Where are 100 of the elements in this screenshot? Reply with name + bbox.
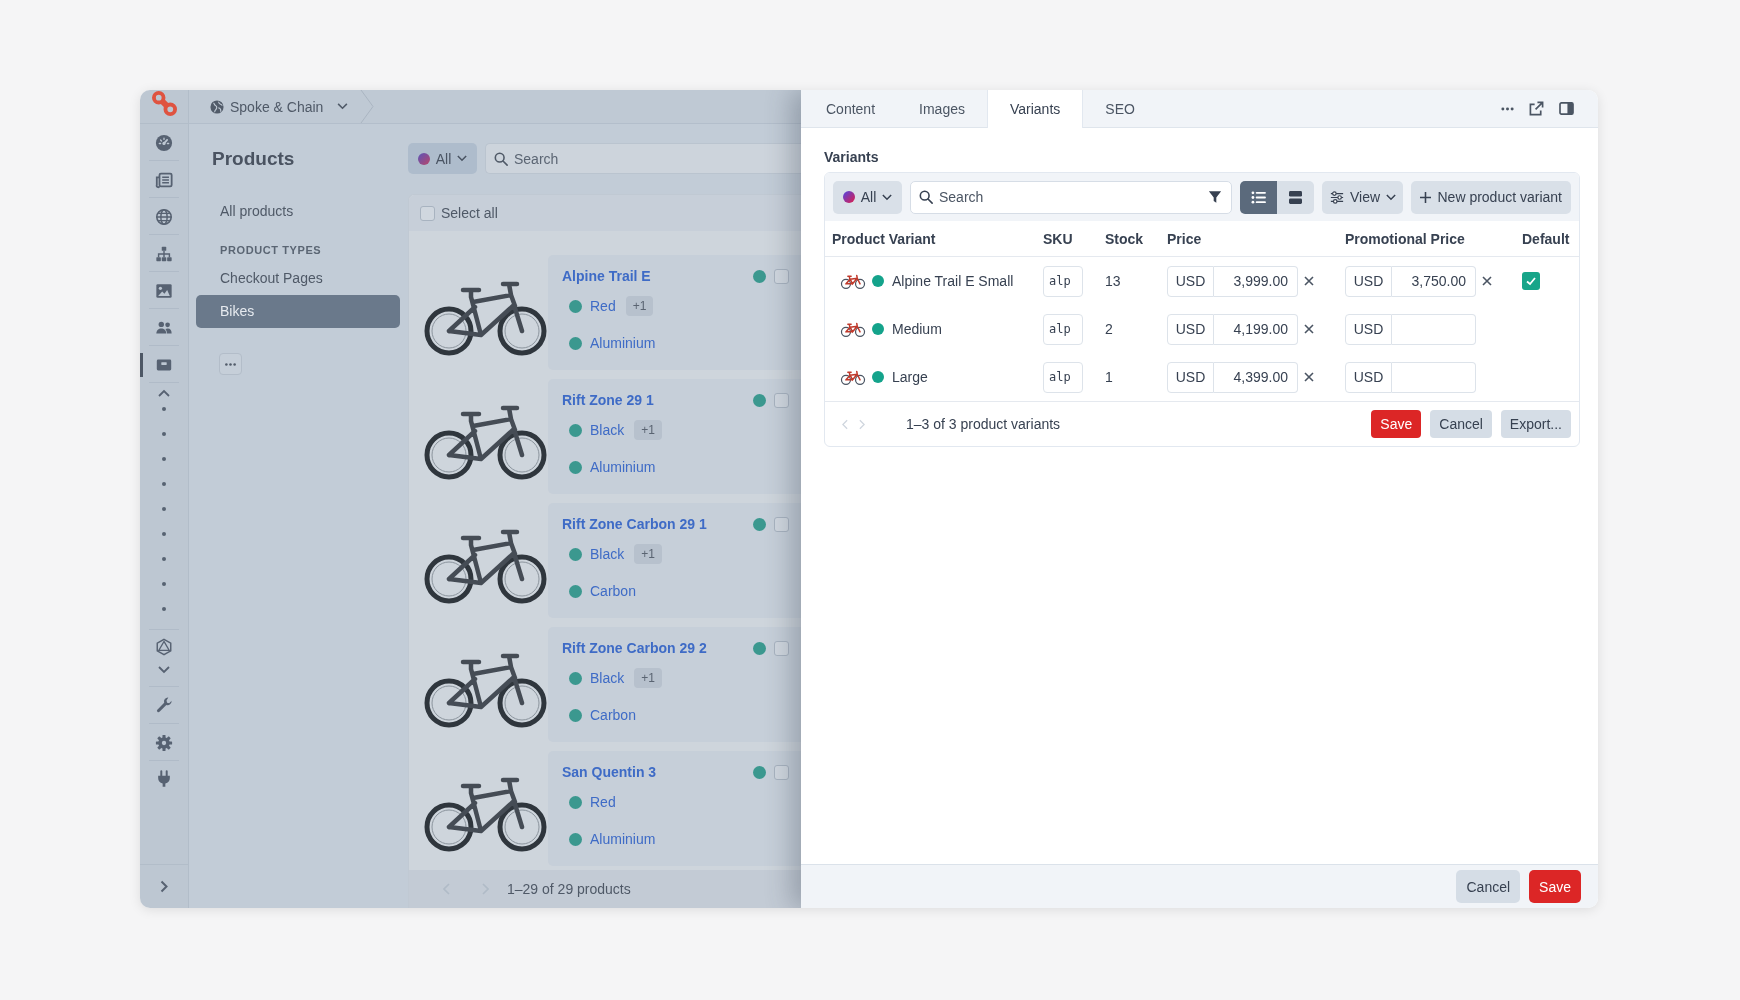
search-icon bbox=[494, 151, 508, 166]
nav-item[interactable]: All products bbox=[196, 195, 400, 228]
plug-icon[interactable] bbox=[155, 770, 173, 788]
secondary-button[interactable]: Cancel bbox=[1430, 410, 1492, 438]
wrench-icon[interactable] bbox=[155, 696, 173, 714]
tag-link[interactable]: Black bbox=[590, 670, 625, 686]
image-icon bbox=[155, 281, 173, 300]
subnav-dot-icon[interactable] bbox=[162, 432, 166, 436]
tag-link[interactable]: Aluminium bbox=[590, 335, 656, 351]
product-name-link[interactable]: Rift Zone Carbon 29 2 bbox=[562, 640, 753, 656]
select-all-checkbox[interactable] bbox=[420, 205, 435, 221]
tag-link[interactable]: Carbon bbox=[590, 707, 636, 723]
search-field[interactable]: Search bbox=[485, 143, 801, 174]
tag-link[interactable]: Aluminium bbox=[590, 459, 656, 475]
subnav-dot-icon[interactable] bbox=[162, 582, 166, 586]
price-input[interactable]: 3,999.00 bbox=[1214, 265, 1298, 297]
variant-name: Medium bbox=[892, 321, 942, 337]
bike-icon bbox=[840, 273, 866, 289]
sku-input[interactable]: alp bbox=[1043, 265, 1083, 297]
default-checkbox[interactable] bbox=[1522, 272, 1540, 290]
product-checkbox[interactable] bbox=[774, 392, 789, 408]
workspace-switcher[interactable]: Spoke & Chain bbox=[210, 98, 349, 115]
status-dot-icon bbox=[872, 275, 884, 287]
search-field[interactable]: Search bbox=[910, 180, 1233, 214]
product-name-link[interactable]: Rift Zone Carbon 29 1 bbox=[562, 516, 753, 532]
chevron-right-icon bbox=[160, 880, 168, 893]
promo-price-input[interactable] bbox=[1392, 361, 1476, 393]
extra-count[interactable]: +1 bbox=[634, 544, 662, 564]
extra-count[interactable]: +1 bbox=[634, 668, 662, 688]
tab[interactable]: Images bbox=[897, 90, 987, 128]
subnav-dot-icon[interactable] bbox=[162, 482, 166, 486]
secondary-button[interactable]: Export... bbox=[1500, 410, 1571, 438]
save-button[interactable]: Save bbox=[1371, 410, 1422, 438]
cancel-button[interactable]: Cancel bbox=[1456, 870, 1521, 903]
sku-input[interactable]: alp bbox=[1043, 361, 1083, 393]
tab[interactable]: SEO bbox=[1083, 90, 1157, 128]
filter-icon[interactable] bbox=[1208, 190, 1223, 204]
nav-item[interactable]: Bikes bbox=[196, 295, 400, 328]
product-checkbox[interactable] bbox=[774, 268, 789, 284]
column-header: SKU bbox=[1043, 230, 1074, 247]
tag-dot-icon bbox=[569, 547, 582, 561]
sidebar-toggle-icon[interactable] bbox=[1559, 102, 1574, 115]
checkmark-icon bbox=[1525, 275, 1537, 287]
subnav-dot-icon[interactable] bbox=[162, 407, 166, 411]
product-name-link[interactable]: San Quentin 3 bbox=[562, 764, 753, 780]
column-header: Product Variant bbox=[832, 230, 937, 247]
tab[interactable]: Content bbox=[804, 90, 898, 128]
subnav-dot-icon[interactable] bbox=[162, 457, 166, 461]
subnav-dot-icon[interactable] bbox=[162, 607, 166, 611]
subnav-dot-icon[interactable] bbox=[162, 507, 166, 511]
clear-icon[interactable] bbox=[1482, 276, 1492, 286]
tag-link[interactable]: Carbon bbox=[590, 583, 636, 599]
extra-count[interactable]: +1 bbox=[634, 420, 662, 440]
new-variant-button[interactable]: New product variant bbox=[1411, 180, 1571, 214]
column-header: Default bbox=[1522, 230, 1571, 247]
external-link-icon[interactable] bbox=[1529, 101, 1544, 116]
promo-price-input[interactable] bbox=[1392, 313, 1476, 345]
search-input[interactable]: Search bbox=[939, 189, 1203, 205]
search-input[interactable]: Search bbox=[514, 150, 801, 167]
list-layout-button[interactable] bbox=[1240, 180, 1278, 214]
tab[interactable]: Variants bbox=[986, 90, 1084, 128]
logo-icon[interactable] bbox=[150, 91, 178, 116]
extra-count[interactable]: +1 bbox=[625, 296, 654, 316]
sitemap-icon bbox=[155, 244, 173, 263]
subnav-dot-icon[interactable] bbox=[162, 557, 166, 561]
price-input[interactable]: 4,199.00 bbox=[1214, 313, 1298, 345]
tag-link[interactable]: Red bbox=[590, 298, 616, 314]
chevron-up-icon[interactable] bbox=[158, 389, 170, 397]
search-icon bbox=[919, 190, 933, 204]
stock-value: 13 bbox=[1105, 273, 1121, 289]
clear-icon[interactable] bbox=[1304, 276, 1314, 286]
ellipsis-icon[interactable] bbox=[1501, 106, 1514, 111]
tag-link[interactable]: Black bbox=[590, 546, 625, 562]
filter-button[interactable]: All bbox=[833, 180, 902, 214]
view-button[interactable]: View bbox=[1322, 180, 1404, 214]
clear-icon[interactable] bbox=[1304, 324, 1314, 334]
status-dot-icon bbox=[753, 517, 766, 531]
hexagon-icon[interactable] bbox=[155, 638, 173, 656]
filter-button[interactable]: All bbox=[408, 143, 477, 174]
product-checkbox[interactable] bbox=[774, 640, 789, 656]
product-checkbox[interactable] bbox=[774, 764, 789, 780]
sku-input[interactable]: alp bbox=[1043, 313, 1083, 345]
tag-link[interactable]: Red bbox=[590, 794, 616, 810]
select-all-label[interactable]: Select all bbox=[441, 205, 498, 221]
nav-item[interactable]: Checkout Pages bbox=[196, 262, 400, 295]
chevron-down-icon[interactable] bbox=[158, 666, 170, 674]
variant-name: Alpine Trail E Small bbox=[892, 273, 1014, 289]
subnav-dot-icon[interactable] bbox=[162, 532, 166, 536]
promo-price-input[interactable]: 3,750.00 bbox=[1392, 265, 1476, 297]
clear-icon[interactable] bbox=[1304, 372, 1314, 382]
settings-icon[interactable] bbox=[155, 734, 173, 752]
more-button[interactable] bbox=[219, 353, 242, 375]
product-checkbox[interactable] bbox=[774, 516, 789, 532]
save-button[interactable]: Save bbox=[1529, 870, 1581, 903]
product-name-link[interactable]: Alpine Trail E bbox=[562, 268, 753, 284]
tag-link[interactable]: Aluminium bbox=[590, 831, 656, 847]
price-input[interactable]: 4,399.00 bbox=[1214, 361, 1298, 393]
tag-link[interactable]: Black bbox=[590, 422, 625, 438]
rows-layout-button[interactable] bbox=[1277, 180, 1315, 214]
product-name-link[interactable]: Rift Zone 29 1 bbox=[562, 392, 753, 408]
